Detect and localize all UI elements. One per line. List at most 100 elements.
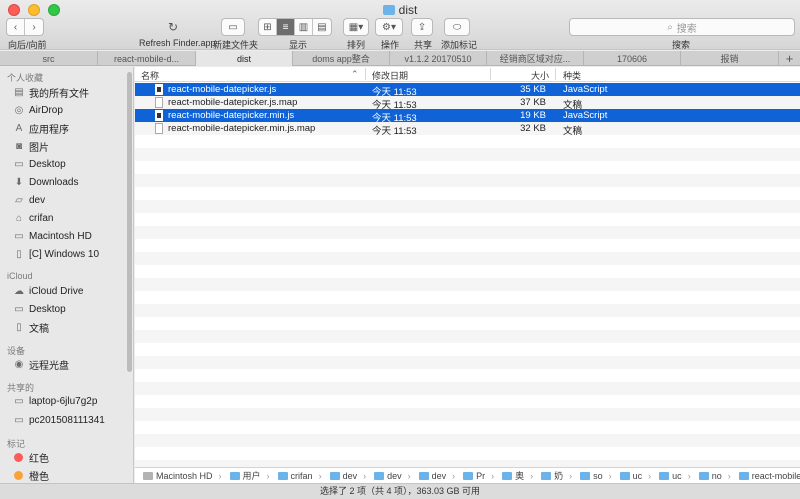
tab-version[interactable]: v1.1.2 20170510 (390, 51, 487, 66)
sidebar-item-remote-disc[interactable]: ◉ 远程光盘 (13, 356, 69, 373)
sidebar-item-pc[interactable]: ▭ pc201508111341 (13, 412, 105, 429)
search-input[interactable]: ⌕ 搜索 (569, 18, 795, 36)
sidebar-item-applications[interactable]: A 应用程序 (13, 120, 69, 137)
column-view-button[interactable]: ▥ (295, 19, 313, 35)
path-segment-label: uc (632, 470, 643, 481)
column-header-modified[interactable]: 修改日期 (372, 69, 408, 82)
empty-row (135, 369, 800, 382)
path-segment[interactable]: 用户 (229, 469, 261, 482)
chevron-left-icon: ‹ (13, 21, 18, 33)
red-tag-icon (14, 453, 23, 462)
path-segment[interactable]: dev (374, 471, 402, 481)
pictures-icon: ◙ (15, 141, 23, 152)
tab-bar: src react-mobile-d... dist doms app整合 v1… (0, 51, 800, 66)
sidebar-item-dev[interactable]: ▱ dev (13, 192, 45, 209)
sidebar-item-pictures[interactable]: ◙ 图片 (13, 138, 49, 155)
new-folder-button[interactable]: ▭ (221, 18, 245, 36)
file-row[interactable]: react-mobile-datepicker.js 今天 11:53 35 KB J… (135, 83, 800, 98)
share-button[interactable]: ⇪ (411, 18, 433, 36)
path-segment-label: dev (387, 470, 402, 481)
search-label: 搜索 (672, 40, 691, 50)
empty-row (135, 330, 800, 343)
folder-icon (277, 471, 288, 480)
sidebar-item-icloud-desktop[interactable]: ▭ Desktop (13, 301, 65, 318)
status-bar: 选择了 2 项（共 4 项），363.03 GB 可用 (0, 483, 800, 499)
file-row[interactable]: react-mobile-datepicker.min.js 今天 11:53 19… (135, 109, 800, 124)
path-segment[interactable]: so (580, 471, 603, 481)
column-header-kind[interactable]: 种类 (563, 69, 581, 82)
path-separator-icon: › (648, 470, 652, 481)
back-button[interactable]: ‹ (7, 19, 25, 35)
path-segment[interactable]: dev (329, 471, 357, 481)
arrange-button[interactable]: ▦▾ (343, 18, 369, 36)
path-segment[interactable]: 奶 (541, 469, 563, 482)
folder-icon (382, 5, 395, 15)
folder-icon (374, 471, 385, 480)
new-tab-button[interactable]: + (779, 51, 800, 66)
empty-row (135, 213, 800, 226)
javascript-file-icon (155, 110, 163, 121)
javascript-file-icon (155, 84, 163, 95)
path-segment[interactable]: uc (619, 470, 643, 481)
tab-reimbursement[interactable]: 报销 (681, 51, 779, 66)
empty-row (135, 317, 800, 330)
sidebar-item-macintosh-hd[interactable]: ▭ Macintosh HD (13, 228, 92, 245)
empty-row (135, 135, 800, 148)
sidebar-item-all-files[interactable]: ▤ 我的所有文件 (13, 84, 89, 101)
folder-icon: ▱ (15, 195, 23, 206)
tab-dealer-region[interactable]: 经销商区域对应... (487, 51, 584, 66)
action-button[interactable]: ⚙▾ (375, 18, 403, 36)
sidebar-scrollbar[interactable] (127, 72, 132, 372)
sidebar-item-airdrop[interactable]: ◎ AirDrop (13, 102, 63, 119)
path-segment[interactable]: Macintosh HD (143, 471, 213, 481)
disk-icon: ▭ (14, 231, 24, 242)
add-tag-button[interactable]: ⬭ (444, 18, 470, 36)
airdrop-icon: ◎ (14, 105, 24, 116)
icon-view-button[interactable]: ⊞ (259, 19, 277, 35)
sidebar-item-tag-orange[interactable]: 橙色 (13, 467, 49, 484)
column-divider (555, 68, 556, 80)
sidebar-item-desktop[interactable]: ▭ Desktop (13, 156, 65, 173)
arrange-label: 排列 (347, 40, 366, 50)
tag-icon: ⬭ (444, 18, 470, 36)
sidebar-item-tag-red[interactable]: 红色 (13, 449, 49, 466)
cover-flow-button[interactable]: ▤ (313, 19, 331, 35)
tab-dist[interactable]: dist (196, 51, 293, 66)
path-segment[interactable]: react-mobile-datepicker (738, 471, 800, 481)
computer-icon: ▭ (14, 396, 24, 407)
file-row[interactable]: react-mobile-datepicker.min.js.map 今天 11:… (135, 122, 800, 137)
gear-icon: ⚙▾ (375, 18, 403, 36)
column-header-size[interactable]: 大小 (531, 69, 549, 82)
path-segment-label: no (711, 470, 722, 481)
list-view-button[interactable]: ≡ (277, 19, 295, 35)
file-size: 35 KB (520, 84, 546, 95)
home-icon: ⌂ (15, 213, 23, 224)
path-segment[interactable]: no (698, 470, 722, 481)
sidebar-item-downloads[interactable]: ⬇ Downloads (13, 174, 79, 191)
sidebar-item-laptop[interactable]: ▭ laptop-6jlu7g2p (13, 393, 97, 410)
sidebar-item-crifan[interactable]: ⌂ crifan (13, 210, 53, 227)
sidebar-item-icloud-drive[interactable]: ☁ iCloud Drive (13, 283, 83, 300)
path-segment[interactable]: 奥 (502, 469, 524, 482)
file-row[interactable]: react-mobile-datepicker.js.map 今天 11:53 37… (135, 96, 800, 111)
path-segment[interactable]: uc (659, 471, 682, 481)
path-segment[interactable]: dev (418, 471, 446, 481)
folder-icon (738, 471, 749, 480)
action-label: 操作 (381, 40, 400, 50)
empty-row (135, 265, 800, 278)
tab-170606[interactable]: 170606 (584, 51, 681, 66)
tab-src[interactable]: src (0, 51, 98, 66)
path-segment[interactable]: crifan (277, 471, 313, 481)
file-rows: react-mobile-datepicker.js 今天 11:53 35 KB J… (135, 83, 800, 467)
tab-doms-app[interactable]: doms app整合 (293, 51, 390, 66)
tab-react-mobile[interactable]: react-mobile-d... (98, 51, 196, 66)
path-segment-label: uc (672, 470, 682, 481)
sidebar-item-documents[interactable]: ▯ 文稿 (13, 319, 49, 336)
path-segment-label: 用户 (242, 471, 261, 481)
path-segment[interactable]: Pr (463, 471, 485, 481)
folder-icon (418, 471, 429, 480)
forward-button[interactable]: › (25, 19, 43, 35)
column-header-name[interactable]: 名称 (141, 69, 159, 82)
sidebar-item-windows[interactable]: ▯ [C] Windows 10 (13, 246, 99, 263)
refresh-button[interactable]: ↻ (163, 18, 183, 36)
